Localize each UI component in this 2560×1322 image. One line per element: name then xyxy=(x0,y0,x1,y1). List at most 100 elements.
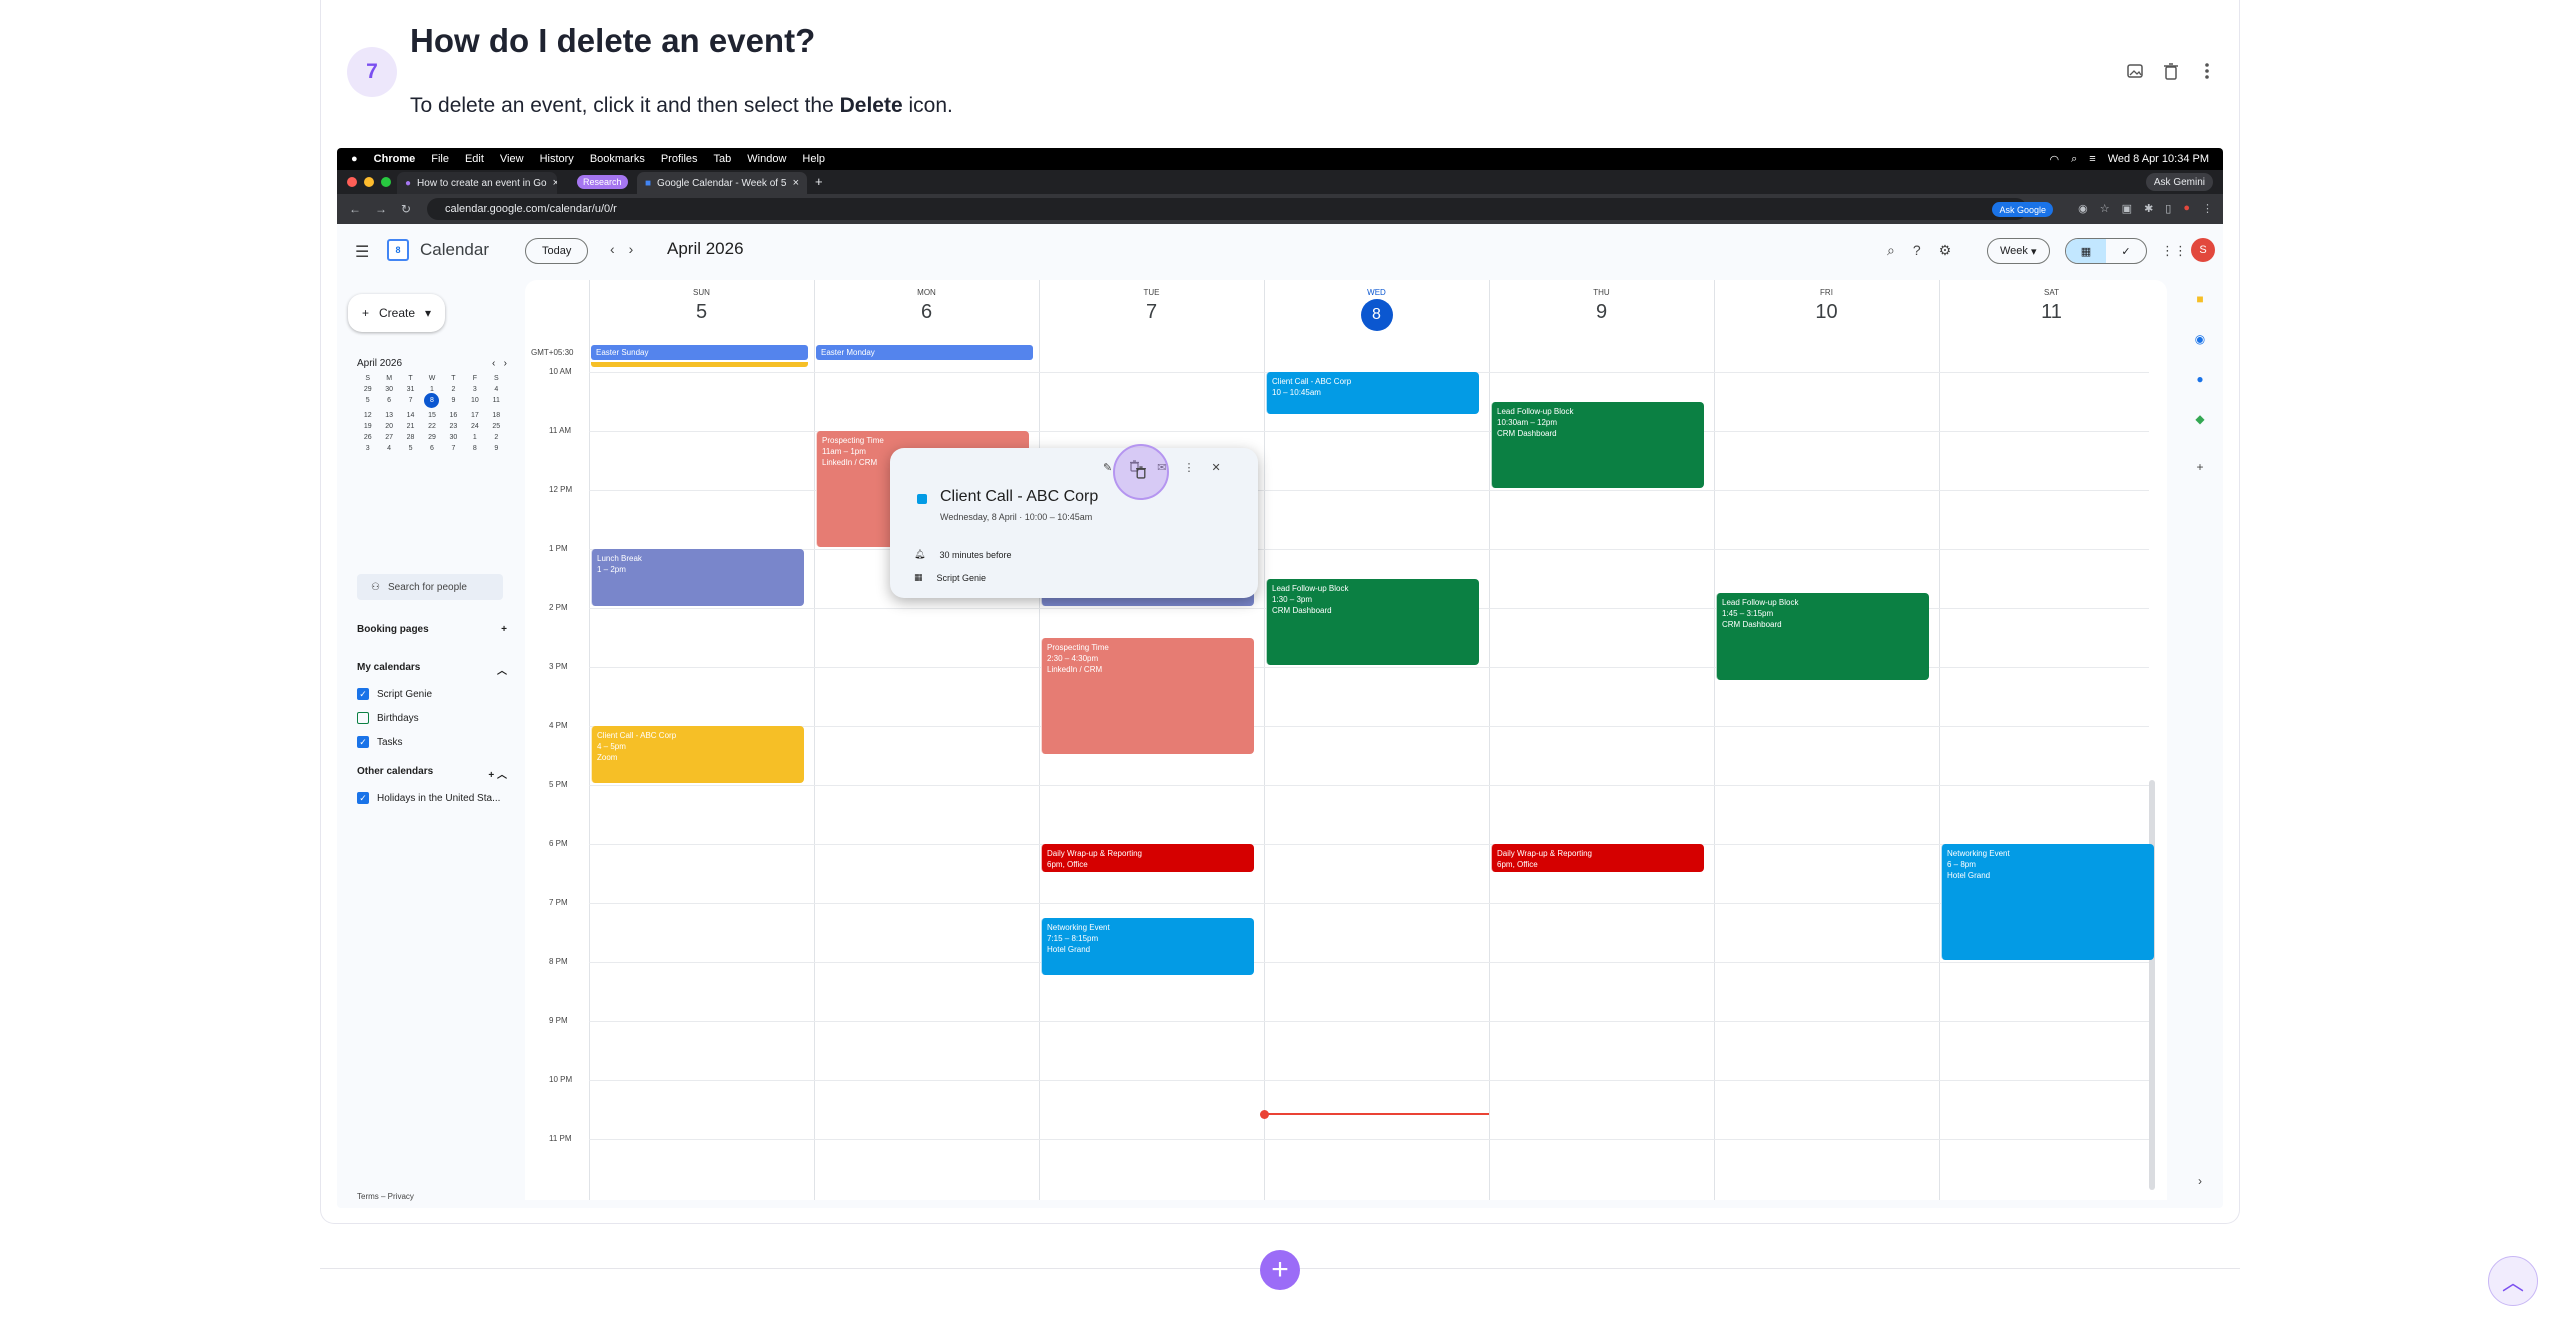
calendar-event[interactable]: Prospecting Time 2:30 – 4:30pm LinkedIn / … xyxy=(1041,637,1254,754)
add-calendar-icon[interactable]: + ︿ xyxy=(488,766,507,781)
checkbox-checked-icon[interactable]: ✓ xyxy=(357,792,369,804)
terms-privacy-link[interactable]: Terms – Privacy xyxy=(357,1192,414,1201)
settings-gear-icon[interactable]: ⚙ xyxy=(1939,242,1952,259)
checkbox-unchecked-icon[interactable] xyxy=(357,712,369,724)
mini-day[interactable]: 3 xyxy=(357,445,378,452)
close-window-button[interactable] xyxy=(347,177,357,187)
ask-gemini-button[interactable]: Ask Gemini xyxy=(2145,173,2213,191)
mini-day[interactable]: 26 xyxy=(357,434,378,441)
calendar-event[interactable]: Daily Wrap-up & Reporting 6pm, Office xyxy=(1041,844,1254,872)
ask-google-button[interactable]: Ask Google xyxy=(1992,202,2053,217)
new-tab-icon[interactable]: + xyxy=(815,174,823,189)
calendar-event[interactable]: Networking Event 6 – 8pm Hotel Grand xyxy=(1941,844,2154,960)
search-icon[interactable]: ⌕ xyxy=(1887,242,1895,259)
calendar-event[interactable]: Client Call - ABC Corp 10 – 10:45am xyxy=(1266,372,1479,415)
close-tab-icon[interactable]: × xyxy=(793,177,799,189)
mini-day[interactable]: 30 xyxy=(443,434,464,441)
day-header[interactable]: SUN 5 xyxy=(589,288,814,324)
day-date[interactable]: 9 xyxy=(1489,301,1714,324)
add-booking-icon[interactable]: + xyxy=(501,624,507,635)
more-options-icon[interactable] xyxy=(2196,60,2218,82)
mini-day[interactable]: 9 xyxy=(486,445,507,452)
browser-tab-guide[interactable]: ● How to create an event in Go × xyxy=(397,172,557,194)
day-date[interactable]: 5 xyxy=(589,301,814,324)
next-week-icon[interactable]: › xyxy=(629,241,634,257)
mini-day[interactable]: 15 xyxy=(421,412,442,419)
mini-day[interactable]: 3 xyxy=(464,386,485,393)
mini-day[interactable]: 2 xyxy=(486,434,507,441)
all-day-event[interactable]: Easter Monday xyxy=(816,345,1033,360)
calendar-item-holidays[interactable]: ✓ Holidays in the United Sta... xyxy=(357,792,500,804)
calendar-event[interactable]: Daily Wrap-up & Reporting 6pm, Office xyxy=(1491,844,1704,872)
tasks-icon[interactable]: ◉ xyxy=(2193,332,2207,346)
mini-day[interactable]: 7 xyxy=(443,445,464,452)
forward-icon[interactable]: → xyxy=(375,202,387,216)
mini-day[interactable]: 29 xyxy=(357,386,378,393)
mini-day[interactable]: 19 xyxy=(357,423,378,430)
mini-day[interactable]: 28 xyxy=(400,434,421,441)
delete-icon-highlight[interactable] xyxy=(1113,444,1169,500)
event-continuation[interactable] xyxy=(591,362,808,367)
mini-day[interactable]: 8 xyxy=(421,393,442,408)
bookmark-star-icon[interactable]: ☆ xyxy=(2100,202,2110,215)
calendar-item-birthdays[interactable]: Birthdays xyxy=(357,712,419,724)
mini-day[interactable]: 21 xyxy=(400,423,421,430)
day-header[interactable]: WED 8 xyxy=(1264,288,1489,331)
mini-day[interactable]: 16 xyxy=(443,412,464,419)
add-step-button[interactable]: + xyxy=(1260,1250,1300,1290)
mini-day[interactable]: 6 xyxy=(378,397,399,408)
popup-more-icon[interactable]: ⋮ xyxy=(1183,461,1194,474)
calendar-event[interactable]: Networking Event 7:15 – 8:15pm Hotel Grand xyxy=(1041,917,1254,975)
keep-icon[interactable]: ■ xyxy=(2193,292,2207,306)
mini-day[interactable]: 22 xyxy=(421,423,442,430)
mini-day[interactable]: 20 xyxy=(378,423,399,430)
mini-day[interactable]: 13 xyxy=(378,412,399,419)
delete-step-icon[interactable] xyxy=(2160,60,2182,82)
other-calendars-section[interactable]: Other calendars + ︿ xyxy=(357,766,507,781)
avatar[interactable]: S xyxy=(2191,238,2215,262)
day-header[interactable]: SAT 11 xyxy=(1939,288,2164,324)
view-select[interactable]: Week ▾ xyxy=(1987,238,2050,264)
today-button[interactable]: Today xyxy=(525,238,589,264)
checkbox-checked-icon[interactable]: ✓ xyxy=(357,736,369,748)
mini-day[interactable]: 6 xyxy=(421,445,442,452)
tasks-view-icon[interactable]: ✓ xyxy=(2106,239,2146,263)
add-addon-icon[interactable]: + xyxy=(2193,460,2207,474)
close-tab-icon[interactable]: × xyxy=(553,177,557,189)
expand-rail-icon[interactable]: › xyxy=(2193,1174,2207,1188)
calendar-event[interactable]: Lunch Break 1 – 2pm xyxy=(591,549,804,606)
mini-day[interactable]: 23 xyxy=(443,423,464,430)
day-header[interactable]: FRI 10 xyxy=(1714,288,1939,324)
mini-day[interactable]: 8 xyxy=(464,445,485,452)
my-calendars-section[interactable]: My calendars ︿ xyxy=(357,662,507,677)
kebab-menu-icon[interactable]: ⋮ xyxy=(2202,202,2213,215)
day-column[interactable] xyxy=(1264,280,1489,1200)
search-people-input[interactable]: ⚇ Search for people xyxy=(357,574,503,600)
calendar-event[interactable]: Lead Follow-up Block 1:30 – 3pm CRM Dashbo… xyxy=(1266,578,1479,665)
help-icon[interactable]: ? xyxy=(1913,242,1921,259)
zoom-window-button[interactable] xyxy=(381,177,391,187)
day-date[interactable]: 10 xyxy=(1714,301,1939,324)
day-column[interactable] xyxy=(1939,280,2164,1200)
mini-day[interactable]: 11 xyxy=(486,397,507,408)
minimize-window-button[interactable] xyxy=(364,177,374,187)
day-date[interactable]: 7 xyxy=(1039,301,1264,324)
day-column[interactable] xyxy=(814,280,1039,1200)
mini-day[interactable]: 27 xyxy=(378,434,399,441)
chevron-up-icon[interactable]: ︿ xyxy=(497,662,507,677)
apps-grid-icon[interactable]: ⋮⋮ xyxy=(2161,243,2187,259)
mini-day[interactable]: 17 xyxy=(464,412,485,419)
mini-day[interactable]: 4 xyxy=(378,445,399,452)
puzzle-icon[interactable]: ✱ xyxy=(2144,202,2153,215)
replace-image-icon[interactable] xyxy=(2124,60,2146,82)
mini-day[interactable]: 5 xyxy=(400,445,421,452)
mini-day[interactable]: 9 xyxy=(443,397,464,408)
day-header[interactable]: MON 6 xyxy=(814,288,1039,324)
mini-day[interactable]: 18 xyxy=(486,412,507,419)
eye-icon[interactable]: ◉ xyxy=(2078,202,2088,215)
mini-day[interactable]: 5 xyxy=(357,397,378,408)
calendar-event[interactable]: Lead Follow-up Block 10:30am – 12pm CRM Da… xyxy=(1491,401,1704,488)
mini-day[interactable]: 31 xyxy=(400,386,421,393)
mini-day[interactable]: 14 xyxy=(400,412,421,419)
day-date[interactable]: 11 xyxy=(1939,301,2164,324)
